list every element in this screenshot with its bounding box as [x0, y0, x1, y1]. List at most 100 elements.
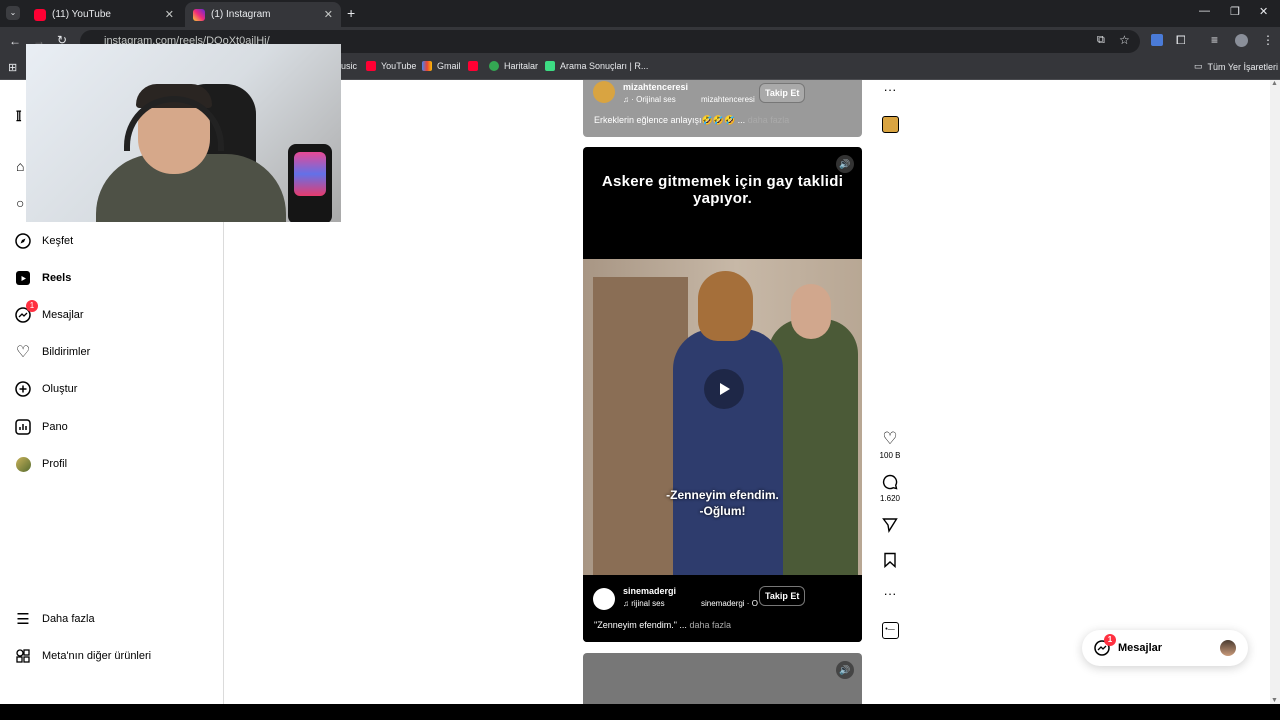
gmail-icon: [422, 61, 432, 71]
reel-video-frame[interactable]: -Zenneyim efendim. -Oğlum!: [583, 259, 862, 575]
screen-bottom-bar: [0, 704, 1280, 720]
reel-author-username[interactable]: sinemadergi: [623, 586, 676, 596]
reel-previous[interactable]: mizahtenceresi ♫ · Orijinal ses mizahten…: [583, 80, 862, 137]
restore-icon[interactable]: ❐: [1230, 5, 1240, 18]
subtitle-line-1: -Zenneyim efendim.: [666, 488, 779, 502]
bookmark-music[interactable]: usic: [341, 61, 357, 71]
messenger-icon: 1: [14, 300, 38, 324]
reel-next[interactable]: 🔊: [583, 653, 862, 704]
messenger-icon: 1: [1094, 634, 1116, 656]
bookmark-search-results[interactable]: Arama Sonuçları | R...: [545, 61, 648, 71]
youtube-icon: [366, 61, 376, 71]
bookmark-label: usic: [341, 61, 358, 71]
plus-square-icon: [14, 380, 32, 398]
sidebar-item-label: Meta'nın diğer ürünleri: [42, 650, 152, 662]
extensions-icon[interactable]: ⧠: [1176, 33, 1186, 48]
bookmark-site-icon: [545, 61, 555, 71]
tab-instagram-label: (1) Instagram: [211, 9, 271, 20]
reels-icon: [14, 269, 32, 287]
heart-icon: ♡: [15, 344, 31, 361]
comment-button[interactable]: 1.620: [878, 474, 902, 503]
audio-thumb-icon[interactable]: [878, 116, 902, 135]
reel-audio-label[interactable]: ♫ · Orijinal ses: [623, 95, 676, 104]
bookmark-label: Haritalar: [504, 61, 539, 71]
close-tab-icon[interactable]: ✕: [324, 8, 333, 21]
install-icon[interactable]: ⧉: [1097, 34, 1105, 47]
audio-text: rijinal ses: [631, 599, 665, 608]
volume-icon[interactable]: 🔊: [836, 661, 854, 679]
apps-grid-icon[interactable]: ⊞: [8, 61, 17, 74]
home-icon[interactable]: ⌂: [16, 158, 24, 174]
browser-menu-icon[interactable]: ⋮: [1262, 33, 1274, 47]
page-scrollbar[interactable]: ▲ ▼: [1270, 80, 1280, 704]
heart-icon: ♡: [882, 429, 898, 448]
comment-count: 1.620: [879, 494, 901, 503]
sidebar-item-more[interactable]: ☰ Daha fazla: [14, 610, 94, 628]
scroll-down-icon[interactable]: ▼: [1271, 697, 1278, 704]
save-button[interactable]: [878, 552, 902, 570]
tab-search-button[interactable]: ⌄: [6, 6, 20, 20]
follow-button[interactable]: Takip Et: [759, 83, 806, 103]
meta-products-icon: [14, 647, 32, 665]
volume-icon[interactable]: 🔊: [836, 155, 854, 173]
sidebar-item-dashboard[interactable]: Pano: [14, 418, 68, 436]
reel-main[interactable]: 🔊 Askere gitmemek için gay taklidi yapıy…: [583, 147, 862, 642]
instagram-logo-icon[interactable]: 𝕀: [16, 108, 22, 125]
sidebar-item-reels[interactable]: Reels: [14, 269, 71, 287]
bookmark-icon: [878, 552, 902, 570]
sidebar-item-label: Keşfet: [42, 235, 74, 247]
close-window-icon[interactable]: ✕: [1259, 5, 1268, 18]
bookmark-label: YouTube: [381, 61, 417, 71]
messages-floating-button[interactable]: 1 Mesajlar: [1082, 630, 1248, 666]
play-icon[interactable]: [704, 369, 744, 409]
tab-youtube[interactable]: (11) YouTube ✕: [26, 2, 182, 27]
search-icon[interactable]: ○: [16, 195, 24, 211]
more-options-icon[interactable]: ···: [878, 82, 902, 97]
reel-author-avatar[interactable]: [593, 81, 615, 103]
video-subtitle: -Zenneyim efendim. -Oğlum!: [583, 487, 862, 519]
reel-audio-credit: sinemadergi · O: [701, 599, 758, 608]
scene-soldier-head: [791, 284, 831, 339]
webcam-rgb-light: [294, 152, 326, 196]
dashboard-icon: [14, 418, 32, 436]
audio-thumb-icon[interactable]: •—: [878, 622, 902, 639]
folder-icon: ▭: [1194, 61, 1203, 71]
sidebar-item-create[interactable]: Oluştur: [14, 380, 77, 398]
reel-author-username[interactable]: mizahtenceresi: [623, 82, 688, 92]
reel-audio-label[interactable]: ♫ rijinal ses: [623, 599, 665, 608]
new-tab-button[interactable]: +: [347, 5, 355, 21]
bookmark-youtube-2[interactable]: [468, 61, 478, 71]
close-tab-icon[interactable]: ✕: [165, 8, 174, 21]
sidebar-item-profile[interactable]: Profil: [14, 455, 67, 473]
translate-icon[interactable]: [1151, 34, 1163, 46]
reel-author-avatar[interactable]: [593, 588, 615, 610]
share-button[interactable]: [878, 517, 902, 535]
sidebar-item-notifications[interactable]: ♡ Bildirimler: [14, 343, 90, 361]
sidebar-item-explore[interactable]: Keşfet: [14, 232, 73, 250]
tab-instagram[interactable]: (1) Instagram ✕: [185, 2, 341, 27]
bookmark-youtube[interactable]: YouTube: [366, 61, 416, 71]
follow-button[interactable]: Takip Et: [759, 586, 806, 606]
profile-avatar-icon[interactable]: [1235, 34, 1248, 47]
bookmark-gmail[interactable]: Gmail: [422, 61, 461, 71]
more-options-icon[interactable]: ···: [878, 586, 902, 601]
all-bookmarks[interactable]: ▭ Tüm Yer İşaretleri: [1194, 61, 1278, 72]
sidebar-item-messages[interactable]: 1 Mesajlar: [14, 300, 84, 324]
media-control-icon[interactable]: ≡: [1211, 33, 1218, 47]
sidebar-item-label: Oluştur: [42, 383, 78, 395]
like-button[interactable]: ♡ 100 B: [878, 429, 902, 461]
bookmark-star-icon[interactable]: ☆: [1119, 33, 1130, 47]
scene-man-head: [698, 271, 753, 341]
more-link[interactable]: daha fazla: [748, 115, 790, 125]
subtitle-line-2: -Oğlum!: [699, 504, 746, 518]
sidebar-item-label: Bildirimler: [42, 346, 91, 358]
bookmark-maps[interactable]: Haritalar: [489, 61, 538, 71]
back-icon[interactable]: ←: [9, 34, 21, 48]
webcam-overlay: [26, 44, 341, 222]
sidebar-item-meta-products[interactable]: Meta'nın diğer ürünleri: [14, 647, 151, 665]
more-link[interactable]: daha fazla: [689, 620, 731, 630]
scroll-up-icon[interactable]: ▲: [1271, 80, 1278, 87]
browser-tabstrip: ⌄ (11) YouTube ✕ (1) Instagram ✕ + — ❐ ✕: [0, 0, 1280, 27]
minimize-icon[interactable]: —: [1199, 5, 1210, 17]
scene-man: [673, 329, 783, 575]
